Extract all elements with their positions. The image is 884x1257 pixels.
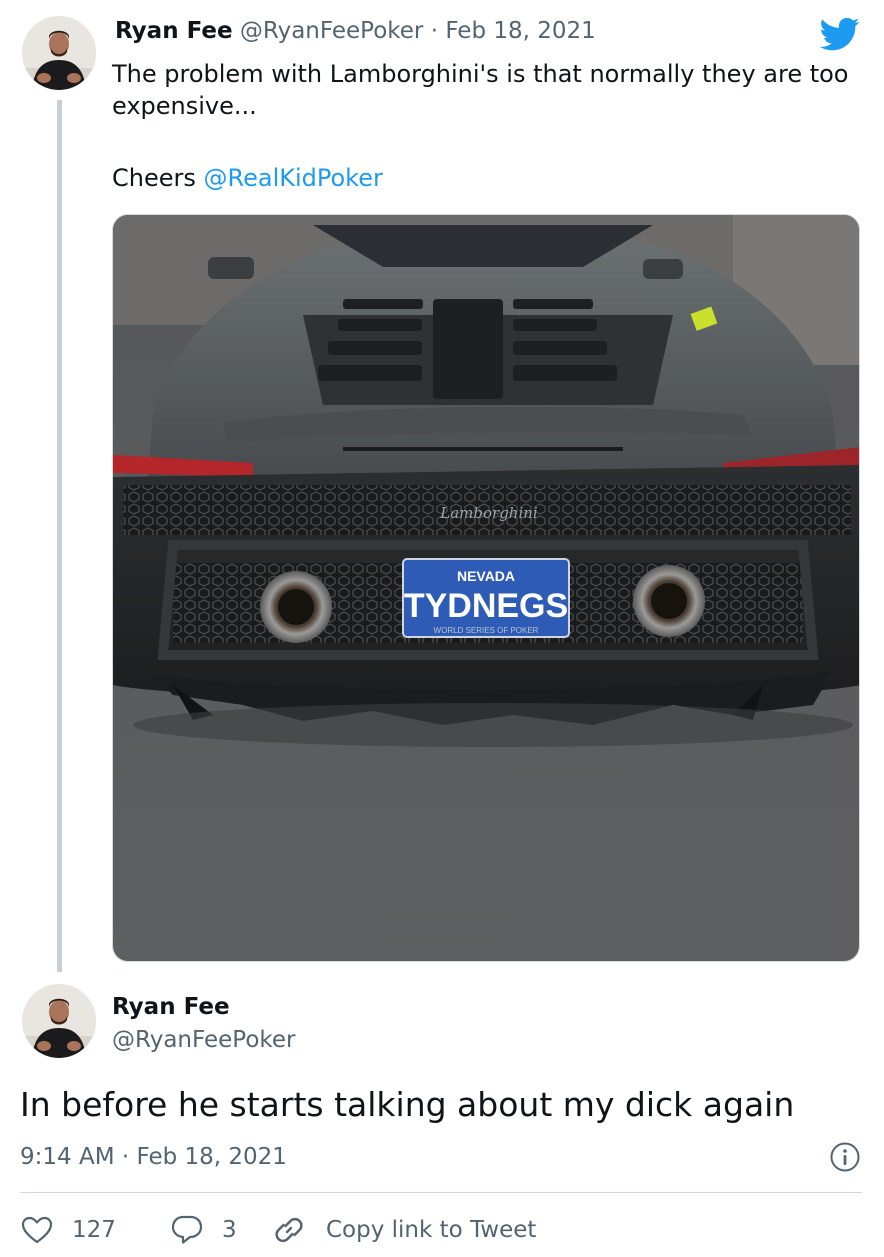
header-separator: · <box>430 18 439 44</box>
like-button[interactable]: 127 <box>20 1208 116 1252</box>
author-name[interactable]: Ryan Fee <box>115 18 233 44</box>
tweet-photo[interactable]: Lamborghini NEVADA TYDNEGS WORLD SERIES … <box>112 214 860 962</box>
reply-button[interactable]: 3 <box>170 1208 237 1252</box>
author-handle-2[interactable]: @RyanFeePoker <box>112 1023 296 1057</box>
heart-icon <box>20 1215 54 1245</box>
tweet-text: The problem with Lamborghini's is that n… <box>112 60 849 120</box>
author-avatar-2[interactable] <box>22 984 96 1058</box>
main-tweet-text: In before he starts talking about my dic… <box>20 1085 795 1124</box>
tweet-timestamp[interactable]: 9:14 AM · Feb 18, 2021 <box>20 1140 287 1174</box>
link-icon <box>272 1213 306 1247</box>
mention-link[interactable]: @RealKidPoker <box>204 164 383 192</box>
tweet-text-cheers: Cheers @RealKidPoker <box>112 162 383 194</box>
copy-link-button[interactable]: Copy link to Tweet <box>272 1208 536 1252</box>
like-count: 127 <box>72 1217 116 1243</box>
cheers-text: Cheers <box>112 164 204 192</box>
reply-count: 3 <box>222 1217 237 1243</box>
reply-icon <box>170 1214 204 1246</box>
plate-number: TYDNEGS <box>404 587 568 625</box>
lamborghini-badge: Lamborghini <box>439 504 538 522</box>
tweet-date[interactable]: Feb 18, 2021 <box>445 18 595 44</box>
twitter-bird-icon[interactable] <box>818 14 862 54</box>
copy-link-label: Copy link to Tweet <box>326 1217 537 1243</box>
author-name-2[interactable]: Ryan Fee <box>112 990 230 1024</box>
info-icon[interactable] <box>829 1141 861 1173</box>
plate-frame: WORLD SERIES OF POKER <box>434 626 539 635</box>
plate-state: NEVADA <box>457 568 515 584</box>
tweet-header: Ryan Fee @RyanFeePoker · Feb 18, 2021 <box>115 14 596 48</box>
author-handle[interactable]: @RyanFeePoker <box>240 18 424 44</box>
divider <box>20 1192 862 1193</box>
author-avatar[interactable] <box>22 16 96 90</box>
thread-connector-line <box>57 100 62 972</box>
